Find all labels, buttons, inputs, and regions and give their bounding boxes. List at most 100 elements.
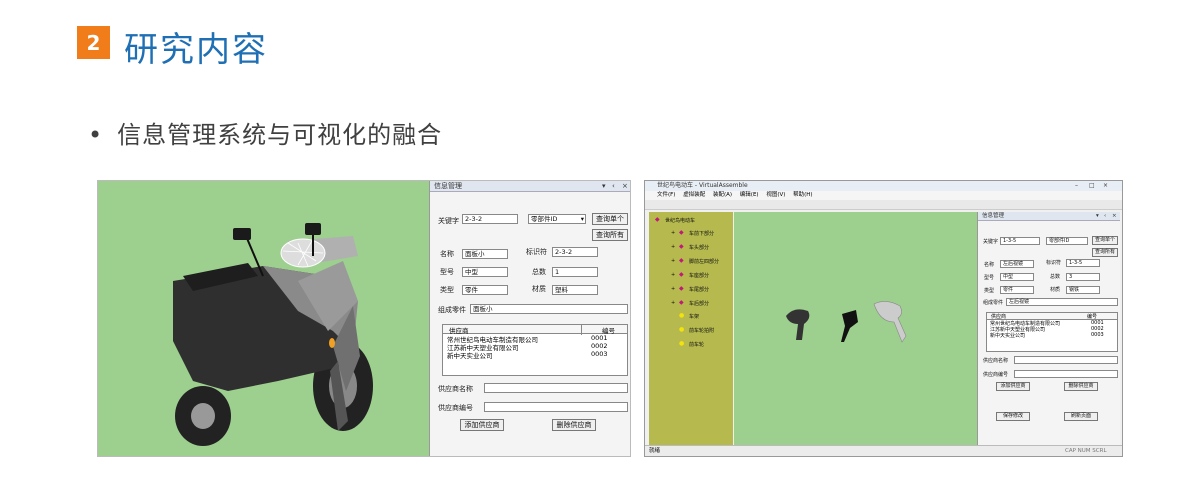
model-input[interactable]: 中型 xyxy=(462,267,508,277)
menu-assemble[interactable]: 装配(A) xyxy=(713,192,732,198)
menu-file[interactable]: 文件(F) xyxy=(657,192,675,198)
type-label: 类型 xyxy=(440,286,454,294)
slide: 2 研究内容 • 信息管理系统与可视化的融合 信息管理 ▾ ‹ × 关键字 2-… xyxy=(0,0,1200,496)
tree-leaf[interactable]: 前车轮 xyxy=(689,341,704,348)
tree-item[interactable]: 车后部分 xyxy=(689,300,709,307)
total-label: 总数 xyxy=(1050,274,1061,280)
idsym-input[interactable]: 2-3-2 xyxy=(552,247,598,257)
tree-expand-icon[interactable]: + xyxy=(671,230,675,236)
model-input[interactable]: 中型 xyxy=(1000,273,1034,281)
add-supplier-button[interactable]: 添加供应商 xyxy=(460,419,504,431)
part-group-icon: ◆ xyxy=(679,229,684,236)
supplier-table[interactable]: 供应商 编号 常州世纪鸟电动车制造有限公司 0001 江苏新中天塑业有限公司 000… xyxy=(442,324,628,376)
tree-item[interactable]: 车座部分 xyxy=(689,272,709,279)
assembly-input[interactable]: 左后视镜 xyxy=(1006,298,1118,306)
keyword-input[interactable]: 1-3-5 xyxy=(1000,237,1040,245)
tree-item[interactable]: 车前下部分 xyxy=(689,230,714,237)
part-leaf-icon: ● xyxy=(679,312,685,319)
bullet-item: • 信息管理系统与可视化的融合 xyxy=(88,115,442,150)
query-all-button[interactable]: 查询所有 xyxy=(1092,248,1118,257)
part-group-icon: ◆ xyxy=(679,299,684,306)
query-one-button[interactable]: 查询单个 xyxy=(1092,236,1118,245)
supplier-name-input[interactable] xyxy=(484,383,628,393)
assembly-label: 组成零件 xyxy=(438,306,466,314)
table-cell: 0002 xyxy=(591,342,608,350)
refresh-page-button[interactable]: 刷新页面 xyxy=(1064,412,1098,421)
tree-expand-icon[interactable]: + xyxy=(671,286,675,292)
tree-item[interactable]: 脚前左四部分 xyxy=(689,258,719,265)
delete-supplier-button[interactable]: 删除供应商 xyxy=(1064,382,1098,391)
menu-help[interactable]: 帮助(H) xyxy=(793,192,812,198)
status-ready: 就绪 xyxy=(649,448,661,454)
panel-pin-icon[interactable]: ‹ xyxy=(1104,212,1106,221)
supplier-name-label: 供应商名称 xyxy=(438,385,473,393)
field-select[interactable]: 零部件ID xyxy=(1046,237,1088,245)
type-label: 类型 xyxy=(984,288,995,294)
tree-root-icon: ◆ xyxy=(655,216,660,223)
bullet-dot: • xyxy=(88,121,104,149)
section-number-badge: 2 xyxy=(77,26,110,59)
close-icon[interactable]: × xyxy=(1103,181,1108,191)
panel-dropdown-icon[interactable]: ▾ xyxy=(602,181,606,192)
part-group-icon: ◆ xyxy=(679,243,684,250)
menu-view[interactable]: 视图(V) xyxy=(766,192,785,198)
tree-expand-icon[interactable]: + xyxy=(671,272,675,278)
field-select[interactable]: 零部件ID ▾ xyxy=(528,214,586,224)
add-supplier-button[interactable]: 添加供应商 xyxy=(996,382,1030,391)
scooter-model-image xyxy=(173,223,373,446)
table-row[interactable]: 新中天实业公司 0003 xyxy=(443,350,627,360)
supplier-number-input[interactable] xyxy=(484,402,628,412)
assembly-tree[interactable]: ◆ 世纪鸟电动车 + ◆ 车前下部分 + ◆ 车头部分 + ◆ 脚前左四部分 + ◆ 车座部分 … xyxy=(649,212,733,446)
tree-expand-icon[interactable]: + xyxy=(671,244,675,250)
material-input[interactable]: 塑料 xyxy=(552,285,598,295)
total-input[interactable]: 1 xyxy=(552,267,598,277)
name-input[interactable]: 左后视镜 xyxy=(1000,260,1034,268)
panel-close-icon[interactable]: × xyxy=(1112,212,1117,221)
keyword-input[interactable]: 2-3-2 xyxy=(462,214,518,224)
column-header-number: 编号 xyxy=(1087,314,1098,320)
menu-virtual-assembly[interactable]: 虚拟装配 xyxy=(683,192,705,198)
query-one-button[interactable]: 查询单个 xyxy=(592,213,628,225)
type-input[interactable]: 零件 xyxy=(1000,286,1034,294)
name-input[interactable]: 面板小 xyxy=(462,249,508,259)
tree-expand-icon[interactable]: + xyxy=(671,300,675,306)
status-bar: 就绪 CAP NUM SCRL xyxy=(645,445,1122,456)
material-label: 材质 xyxy=(532,285,546,293)
idsym-input[interactable]: 1-3-5 xyxy=(1066,259,1100,267)
table-row[interactable]: 常州世纪鸟电动车制造有限公司 0001 xyxy=(443,334,627,344)
table-row[interactable]: 新中天实业公司 0003 xyxy=(987,332,1117,339)
assembly-input[interactable]: 面板小 xyxy=(470,304,628,314)
table-header: 供应商 编号 xyxy=(443,325,627,335)
parts-3d-view[interactable] xyxy=(734,212,977,446)
total-input[interactable]: 3 xyxy=(1066,273,1100,281)
panel-close-icon[interactable]: × xyxy=(622,181,628,192)
tree-item[interactable]: 车头部分 xyxy=(689,244,709,251)
panel-pin-icon[interactable]: ‹ xyxy=(612,181,615,192)
query-all-button[interactable]: 查询所有 xyxy=(592,229,628,241)
status-indicators: CAP NUM SCRL xyxy=(1065,448,1107,454)
material-label: 材质 xyxy=(1050,287,1061,293)
type-input[interactable]: 零件 xyxy=(462,285,508,295)
supplier-number-input[interactable] xyxy=(1014,370,1118,378)
table-row[interactable]: 江苏新中天塑业有限公司 0002 xyxy=(443,342,627,352)
tree-expand-icon[interactable]: + xyxy=(671,258,675,264)
menu-edit[interactable]: 编辑(E) xyxy=(740,192,759,198)
save-changes-button[interactable]: 保存修改 xyxy=(996,412,1030,421)
name-label: 名称 xyxy=(440,250,454,258)
panel-dropdown-icon[interactable]: ▾ xyxy=(1096,212,1099,221)
info-management-panel-2: 信息管理 ▾ ‹ × 关键字 1-3-5 零部件ID 查询单个 查询所有 名称 … xyxy=(977,212,1120,446)
tree-root-label[interactable]: 世纪鸟电动车 xyxy=(665,217,695,224)
table-cell: 新中天实业公司 xyxy=(447,352,493,360)
supplier-name-input[interactable] xyxy=(1014,356,1118,364)
delete-supplier-button[interactable]: 删除供应商 xyxy=(552,419,596,431)
tree-leaf[interactable]: 前车轮拍附 xyxy=(689,327,714,334)
idsym-label: 标识符 xyxy=(1046,260,1062,266)
part-group-icon: ◆ xyxy=(679,285,684,292)
supplier-table[interactable]: 供应商 编号 常州世纪鸟电动车制造有限公司 0001 江苏新中天塑业有限公司 000… xyxy=(986,312,1118,352)
material-input[interactable]: 钢铁 xyxy=(1066,286,1100,294)
tree-leaf[interactable]: 车架 xyxy=(689,313,699,320)
minimize-icon[interactable]: – xyxy=(1075,181,1078,191)
maximize-icon[interactable]: □ xyxy=(1089,181,1095,191)
tree-item[interactable]: 车尾部分 xyxy=(689,286,709,293)
info-management-panel: 信息管理 ▾ ‹ × 关键字 2-3-2 零部件ID ▾ 查询单个 查询所有 名称… xyxy=(429,181,630,456)
